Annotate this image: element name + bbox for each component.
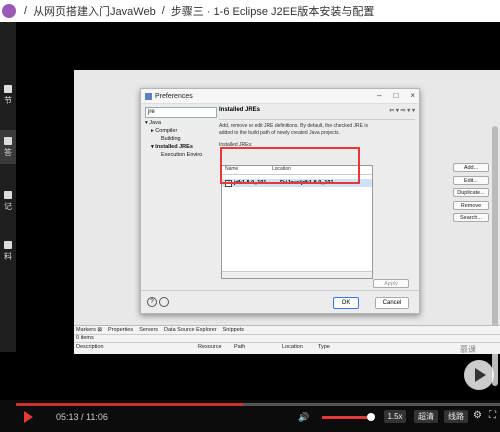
help-icon[interactable]: ? — [147, 297, 157, 307]
edit-button[interactable]: Edit... — [453, 175, 489, 185]
sidebar-item-qa[interactable]: 答 — [0, 130, 16, 164]
qa-icon — [4, 136, 12, 145]
import-export-icon[interactable] — [159, 297, 169, 307]
breadcrumb-lesson: 步骤三 · 1-6 Eclipse J2EE版本安装与配置 — [170, 6, 375, 18]
sidebar-item-notes[interactable]: 记 — [0, 184, 16, 218]
chapters-icon — [4, 84, 12, 93]
items-count: 0 items — [76, 335, 94, 341]
tree-item-installed-jres[interactable]: ▾ Installed JREs — [145, 143, 217, 151]
volume-fill — [322, 416, 372, 419]
add-button[interactable]: Add... — [453, 163, 489, 172]
tab-data-source-explorer[interactable]: Data Source Explorer — [164, 327, 217, 333]
filter-input[interactable]: jre — [145, 107, 217, 118]
close-icon[interactable]: × — [410, 91, 415, 100]
watermark: 慕课 — [460, 345, 476, 354]
page-description: Add, remove or edit JRE definitions. By … — [219, 123, 368, 136]
cancel-button[interactable]: Cancel — [375, 297, 409, 309]
materials-icon — [4, 240, 12, 249]
fullscreen-icon[interactable]: ⛶ — [489, 410, 496, 421]
line-button[interactable]: 线路 — [444, 410, 468, 423]
sidebar-item-label: 答 — [4, 147, 12, 157]
column-header-resource[interactable]: Resource — [198, 343, 234, 351]
quality-button[interactable]: 超清 — [414, 410, 438, 423]
sidebar: 节 答 记 料 — [0, 22, 16, 352]
tab-properties[interactable]: Properties — [108, 327, 133, 333]
jre-action-buttons: Add... Edit... Duplicate... Remove Searc… — [453, 163, 489, 226]
nav-arrows-icon[interactable]: ⇦ ▾ ⇨ ▾ ▾ — [389, 107, 415, 114]
breadcrumb-separator: / — [161, 5, 165, 17]
tab-servers[interactable]: Servers — [139, 327, 158, 333]
tab-markers[interactable]: Markers ⊠ — [76, 327, 102, 333]
notes-icon — [4, 190, 12, 199]
preferences-icon — [145, 92, 152, 100]
speed-button[interactable]: 1.5x — [384, 410, 406, 423]
page-title: Installed JREs ⇦ ▾ ⇨ ▾ ▾ — [219, 107, 415, 120]
ok-button[interactable]: OK — [333, 297, 359, 309]
highlight-annotation — [220, 147, 360, 184]
tree-item-execution-environments[interactable]: Execution Enviro — [145, 151, 217, 159]
minimize-icon[interactable]: – — [377, 91, 381, 100]
sidebar-item-label: 节 — [4, 95, 12, 105]
column-header-description[interactable]: Description — [74, 343, 198, 351]
installed-jres-page: Installed JREs ⇦ ▾ ⇨ ▾ ▾ Add, remove or … — [219, 107, 489, 288]
dialog-titlebar: Preferences – □ × — [141, 89, 419, 104]
duplicate-button[interactable]: Duplicate... — [453, 188, 489, 197]
time-display: 05:13 / 11:06 — [56, 412, 108, 422]
play-icon[interactable] — [24, 411, 33, 423]
column-header-path[interactable]: Path — [234, 343, 282, 351]
search-button[interactable]: Search... — [453, 213, 489, 222]
progress-bar[interactable] — [16, 403, 500, 406]
column-header-type[interactable]: Type — [318, 343, 330, 351]
tree-item-building[interactable]: Building — [145, 135, 217, 143]
table-header: Description Resource Path Location Type — [74, 342, 500, 351]
site-logo-icon[interactable] — [2, 4, 16, 18]
sidebar-item-chapters[interactable]: 节 — [0, 78, 16, 112]
tree-item-compiler[interactable]: ▸ Compiler — [145, 127, 217, 135]
maximize-icon[interactable]: □ — [393, 91, 398, 100]
remove-button[interactable]: Remove — [453, 200, 489, 210]
preferences-dialog: Preferences – □ × jre ▾ Java ▸ Compiler … — [140, 88, 489, 314]
preferences-tree: ▾ Java ▸ Compiler Building ▾ Installed J… — [145, 119, 217, 159]
sidebar-item-label: 料 — [4, 251, 12, 261]
tab-snippets[interactable]: Snippets — [223, 327, 244, 333]
breadcrumb: / 从网页搭建入门JavaWeb / 步骤三 · 1-6 Eclipse J2E… — [0, 0, 500, 22]
volume-icon[interactable]: 🔊 — [298, 412, 309, 422]
column-header-location[interactable]: Location — [282, 343, 318, 351]
dialog-title: Preferences — [155, 92, 193, 100]
apply-button[interactable]: Apply — [373, 279, 409, 288]
markers-panel: Markers ⊠ Properties Servers Data Source… — [74, 325, 500, 354]
breadcrumb-course[interactable]: 从网页搭建入门JavaWeb — [33, 3, 156, 19]
gear-icon[interactable]: ⚙ — [473, 410, 482, 421]
sidebar-item-label: 记 — [4, 201, 12, 211]
big-play-button[interactable] — [464, 360, 494, 390]
sidebar-item-materials[interactable]: 料 — [0, 234, 16, 268]
panel-tabs: Markers ⊠ Properties Servers Data Source… — [74, 326, 500, 335]
dialog-footer: ? OK Cancel — [141, 290, 419, 313]
progress-fill — [16, 403, 244, 406]
breadcrumb-separator: / — [24, 5, 28, 17]
volume-slider[interactable] — [322, 413, 376, 421]
tree-item-java[interactable]: ▾ Java — [145, 119, 217, 127]
page-title-text: Installed JREs — [219, 107, 261, 113]
horizontal-scrollbar[interactable] — [222, 271, 372, 278]
